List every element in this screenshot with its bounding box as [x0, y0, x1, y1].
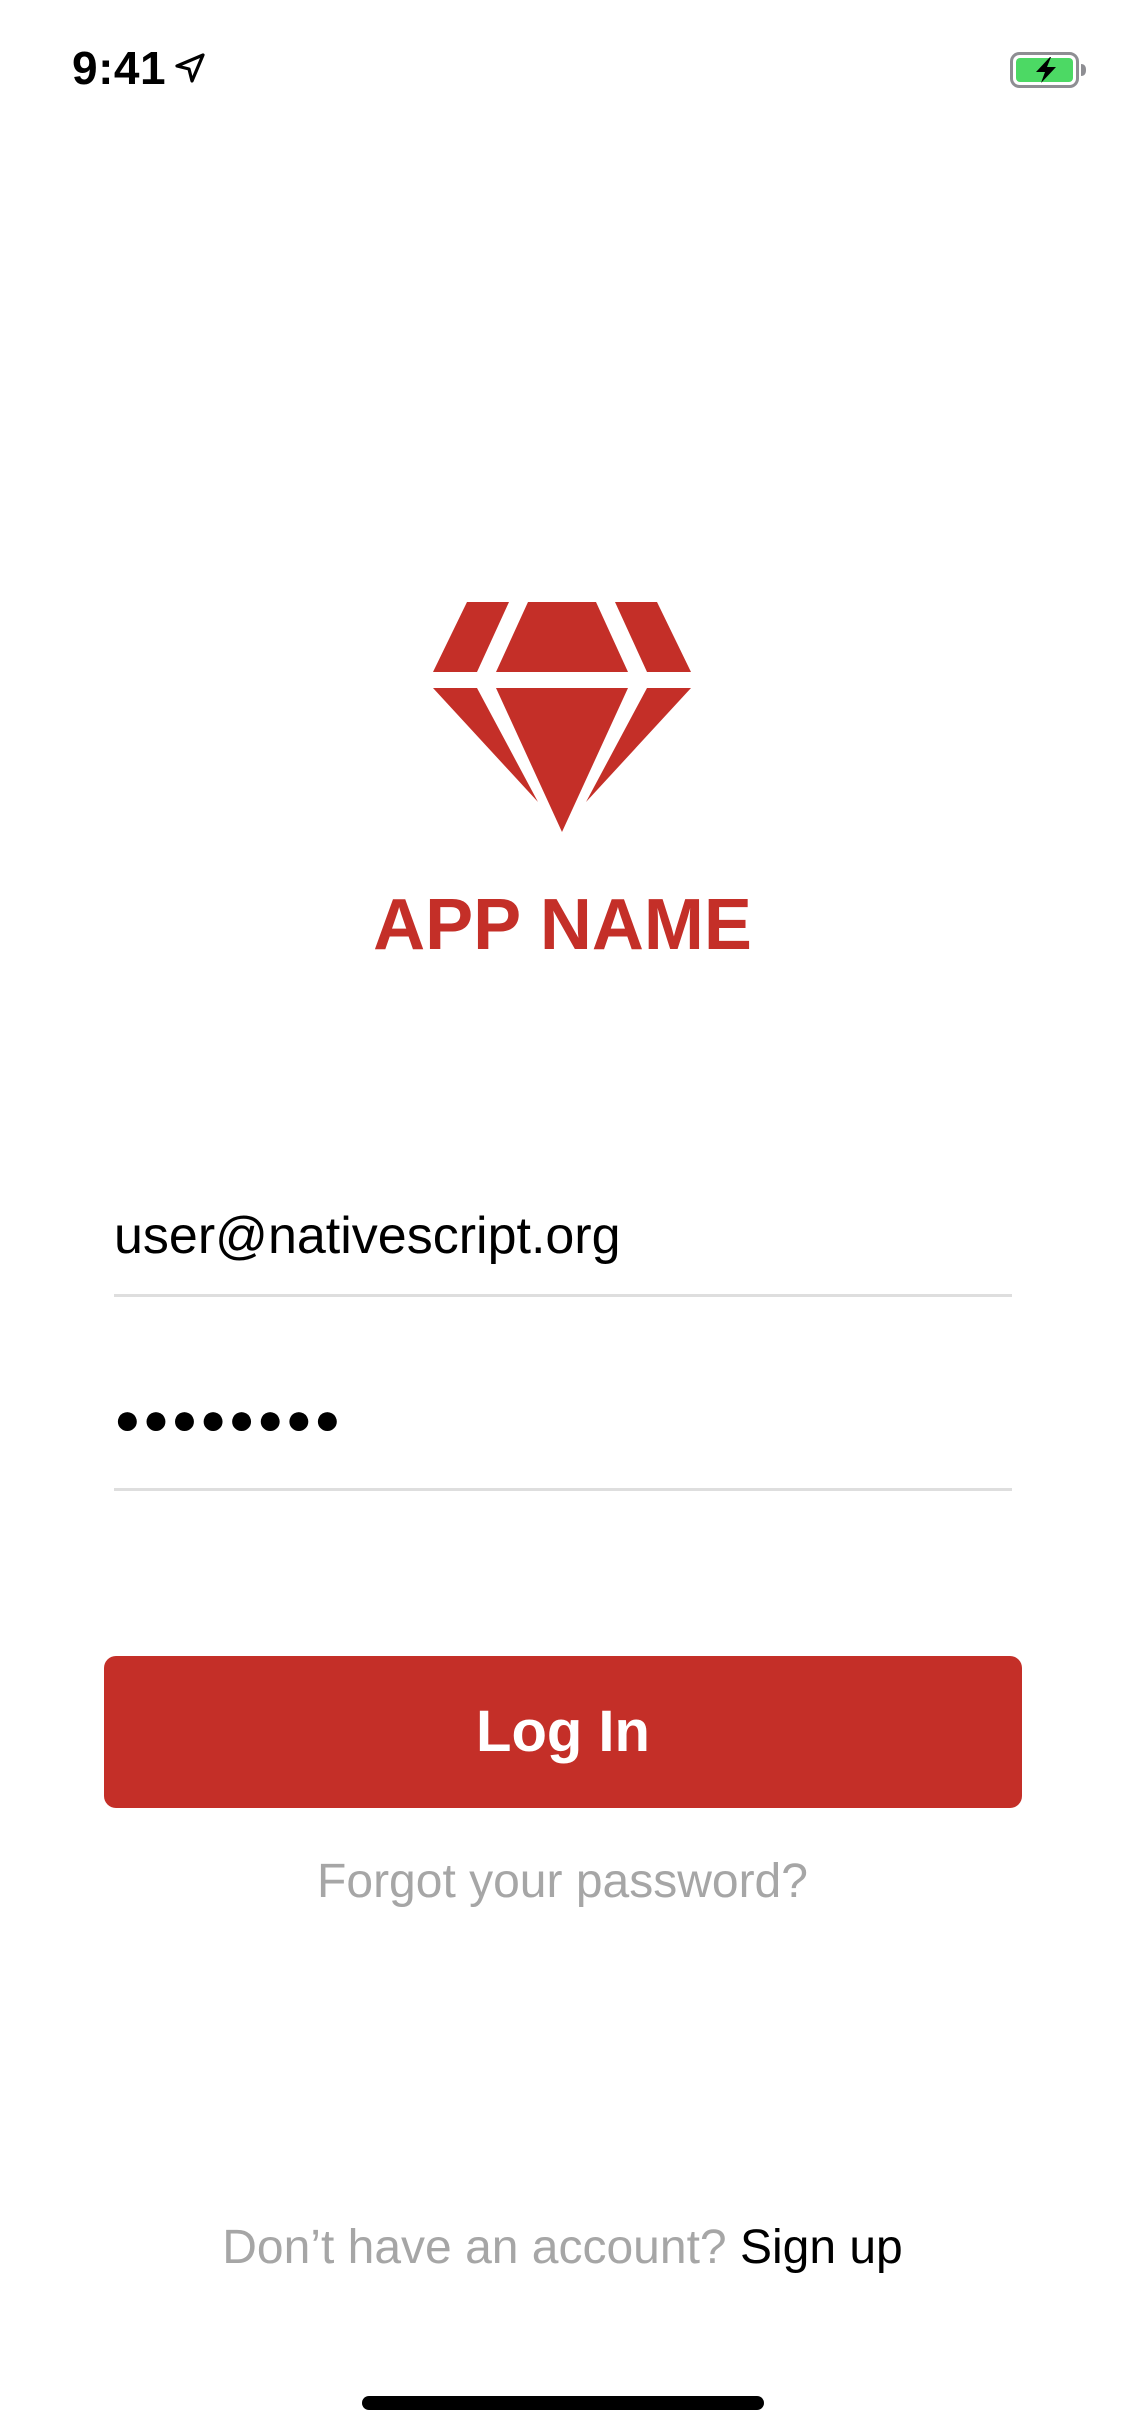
- signup-prompt: Don’t have an account?: [222, 2221, 727, 2274]
- status-time: 9:41: [72, 42, 167, 94]
- battery-charging-icon: [1010, 52, 1086, 88]
- diamond-icon: [433, 602, 691, 832]
- login-button[interactable]: Log In: [104, 1656, 1022, 1808]
- signup-link[interactable]: Sign up: [740, 2221, 903, 2274]
- signup-line: Don’t have an account? Sign up: [0, 2216, 1125, 2280]
- password-field[interactable]: ●●●●●●●●: [114, 1386, 1012, 1491]
- email-field[interactable]: user@nativescript.org: [114, 1190, 1012, 1297]
- password-value[interactable]: ●●●●●●●●: [114, 1388, 343, 1452]
- status-bar: 9:41: [0, 0, 1125, 132]
- location-arrow-icon: [175, 53, 205, 83]
- app-name-title: APP NAME: [373, 885, 752, 965]
- email-value[interactable]: user@nativescript.org: [114, 1204, 621, 1268]
- forgot-password-link[interactable]: Forgot your password?: [0, 1850, 1125, 1914]
- home-indicator[interactable]: [362, 2396, 764, 2410]
